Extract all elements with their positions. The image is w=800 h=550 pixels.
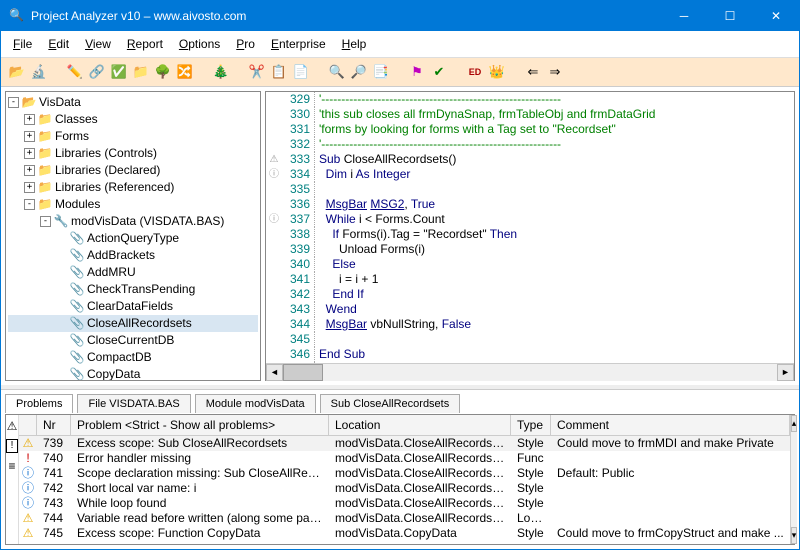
tool-tree-icon[interactable]: 🌳 [153, 62, 173, 82]
problem-row[interactable]: ⓘ743While loop foundmodVisData.CloseAllR… [19, 496, 790, 511]
tab-module-modvisdata[interactable]: Module modVisData [195, 394, 316, 413]
scroll-thumb[interactable] [283, 364, 323, 381]
maximize-button[interactable]: ☐ [707, 1, 753, 31]
code-line[interactable]: 340 Else [266, 257, 794, 272]
scroll-right-icon[interactable]: ► [777, 364, 794, 381]
project-tree[interactable]: -📂VisData+📁Classes+📁Forms+📁Libraries (Co… [5, 91, 261, 381]
problem-row[interactable]: ⚠739Excess scope: Sub CloseAllRecordsets… [19, 436, 790, 451]
tree-proc[interactable]: 📎CloseAllRecordsets [8, 315, 258, 332]
tool-copy-icon[interactable]: 📑 [371, 62, 391, 82]
tool-find-icon[interactable]: 🔎 [349, 62, 369, 82]
tool-fwd-icon[interactable]: ⇒ [545, 62, 565, 82]
code-line[interactable]: 329'------------------------------------… [266, 92, 794, 107]
problem-row[interactable]: ⚠744Variable read before written (along … [19, 511, 790, 526]
problems-filter-icons: ⚠ ! ≡ [6, 415, 19, 544]
tree-root[interactable]: -📂VisData [8, 94, 258, 111]
tool-check2-icon[interactable]: ✔ [429, 62, 449, 82]
code-line[interactable]: 332'------------------------------------… [266, 137, 794, 152]
problem-row[interactable]: ⓘ742Short local var name: imodVisData.Cl… [19, 481, 790, 496]
menubar: FileEditViewReportOptionsProEnterpriseHe… [1, 31, 799, 58]
tool-check-icon[interactable]: ✅ [109, 62, 129, 82]
tree-folder[interactable]: -📁Modules [8, 196, 258, 213]
tool-link-icon[interactable]: 🔀 [175, 62, 195, 82]
tool-ed-icon[interactable]: ED [465, 62, 485, 82]
menu-pro[interactable]: Pro [228, 33, 263, 55]
menu-edit[interactable]: Edit [40, 33, 77, 55]
problems-tabs: ProblemsFile VISDATA.BAS Module modVisDat… [5, 390, 795, 414]
tool-open-icon[interactable]: 📂 [7, 62, 27, 82]
tab-file-visdata-bas[interactable]: File VISDATA.BAS [77, 394, 190, 413]
code-line[interactable]: 336 MsgBar MSG2, True [266, 197, 794, 212]
code-hscrollbar[interactable]: ◄ ► [266, 363, 794, 380]
problem-row[interactable]: ⓘ741Scope declaration missing: Sub Close… [19, 466, 790, 481]
tree-proc[interactable]: 📎ActionQueryType [8, 230, 258, 247]
toolbar: 📂 🔬 ✏️ 🔗 ✅ 📁 🌳 🔀 🎄 ✂️ 📋 📄 🔍 🔎 📑 ⚑ ✔ ED 👑… [1, 58, 799, 87]
tree-proc[interactable]: 📎AddMRU [8, 264, 258, 281]
tree-proc[interactable]: 📎CopyData [8, 366, 258, 381]
code-line[interactable]: 341 i = i + 1 [266, 272, 794, 287]
tree-folder[interactable]: +📁Libraries (Declared) [8, 162, 258, 179]
tool-analyze-icon[interactable]: 🔬 [29, 62, 49, 82]
code-line[interactable]: 338 If Forms(i).Tag = "Recordset" Then [266, 227, 794, 242]
filter-warn-icon[interactable]: ⚠ [7, 419, 18, 433]
code-line[interactable]: 335 [266, 182, 794, 197]
tree-module[interactable]: -🔧modVisData (VISDATA.BAS) [8, 213, 258, 230]
menu-file[interactable]: File [5, 33, 40, 55]
tree-proc[interactable]: 📎CloseCurrentDB [8, 332, 258, 349]
menu-report[interactable]: Report [119, 33, 171, 55]
scroll-up-icon[interactable]: ▴ [791, 415, 798, 432]
problems-vscrollbar[interactable]: ▴ ▾ [790, 415, 798, 544]
problems-header[interactable]: Nr Problem <Strict - Show all problems> … [19, 415, 790, 436]
menu-enterprise[interactable]: Enterprise [263, 33, 334, 55]
scroll-left-icon[interactable]: ◄ [266, 364, 283, 381]
code-viewer: 329'------------------------------------… [265, 91, 795, 381]
minimize-button[interactable]: ─ [661, 1, 707, 31]
tool-search-icon[interactable]: 🔍 [327, 62, 347, 82]
close-button[interactable]: ✕ [753, 1, 799, 31]
tab-sub-closeallrecordsets[interactable]: Sub CloseAllRecordsets [320, 394, 461, 413]
tree-folder[interactable]: +📁Libraries (Referenced) [8, 179, 258, 196]
code-line[interactable]: 331'forms by looking for forms with a Ta… [266, 122, 794, 137]
app-icon: 🔍 [9, 8, 25, 24]
titlebar: 🔍 Project Analyzer v10 – www.aivosto.com… [1, 1, 799, 31]
tree-proc[interactable]: 📎AddBrackets [8, 247, 258, 264]
tool-form-icon[interactable]: 📋 [269, 62, 289, 82]
window-title: Project Analyzer v10 – www.aivosto.com [31, 9, 661, 23]
code-line[interactable]: ⚠333Sub CloseAllRecordsets() [266, 152, 794, 167]
tool-doc-icon[interactable]: 📄 [291, 62, 311, 82]
code-line[interactable]: 344 MsgBar vbNullString, False [266, 317, 794, 332]
filter-list-icon[interactable]: ≡ [8, 459, 15, 473]
menu-help[interactable]: Help [334, 33, 375, 55]
tool-folder-icon[interactable]: 📁 [131, 62, 151, 82]
code-line[interactable]: 343 Wend [266, 302, 794, 317]
tool-back-icon[interactable]: ⇐ [523, 62, 543, 82]
tab-problems[interactable]: Problems [5, 394, 73, 413]
tree-proc[interactable]: 📎CompactDB [8, 349, 258, 366]
menu-options[interactable]: Options [171, 33, 228, 55]
code-line[interactable]: ⓘ337 While i < Forms.Count [266, 212, 794, 227]
code-line[interactable]: ⓘ334 Dim i As Integer [266, 167, 794, 182]
tree-proc[interactable]: 📎CheckTransPending [8, 281, 258, 298]
tree-folder[interactable]: +📁Classes [8, 111, 258, 128]
filter-error-icon[interactable]: ! [6, 439, 18, 453]
code-line[interactable]: 342 End If [266, 287, 794, 302]
code-line[interactable]: 339 Unload Forms(i) [266, 242, 794, 257]
scroll-down-icon[interactable]: ▾ [791, 527, 798, 544]
problem-row[interactable]: !740Error handler missingmodVisData.Clos… [19, 451, 790, 466]
tool-crown-icon[interactable]: 👑 [487, 62, 507, 82]
code-line[interactable]: 330'this sub closes all frmDynaSnap, frm… [266, 107, 794, 122]
code-line[interactable]: 345 [266, 332, 794, 347]
tool-scissors-icon[interactable]: ✂️ [247, 62, 267, 82]
tool-chain-icon[interactable]: 🔗 [87, 62, 107, 82]
problem-row[interactable]: ⚠745Excess scope: Function CopyDatamodVi… [19, 526, 790, 541]
tree-folder[interactable]: +📁Forms [8, 128, 258, 145]
tool-wand-icon[interactable]: ✏️ [65, 62, 85, 82]
tool-xmas-icon[interactable]: 🎄 [211, 62, 231, 82]
tree-folder[interactable]: +📁Libraries (Controls) [8, 145, 258, 162]
menu-view[interactable]: View [77, 33, 119, 55]
tree-proc[interactable]: 📎ClearDataFields [8, 298, 258, 315]
code-line[interactable]: 346End Sub [266, 347, 794, 362]
tool-flag-icon[interactable]: ⚑ [407, 62, 427, 82]
